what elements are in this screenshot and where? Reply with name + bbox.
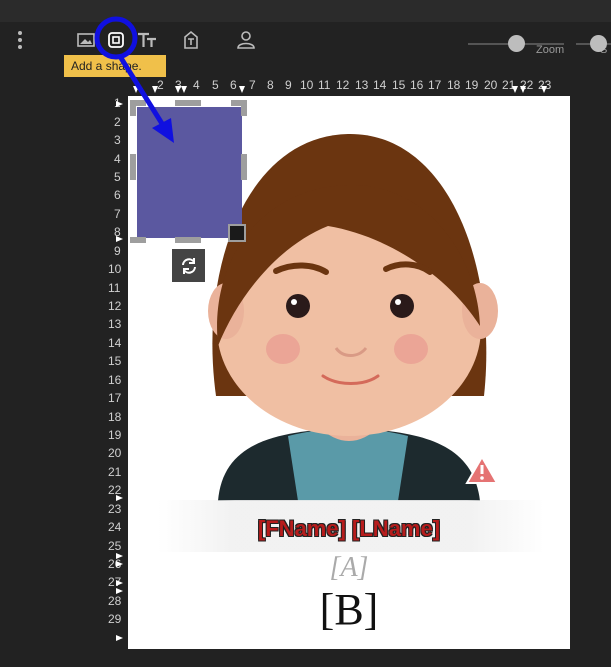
name-placeholder-field[interactable]: [FName] [LName] [128,516,570,542]
resize-handle[interactable] [241,100,247,116]
ruler-tick: 11 [108,281,121,295]
ruler-tick: 9 [114,244,121,258]
ruler-tick: 16 [108,373,122,387]
resize-handle[interactable] [175,237,201,243]
image-icon [77,33,95,47]
ruler-tick: 18 [447,78,461,92]
ruler-tick: 11 [318,78,331,92]
ruler-tick: 7 [249,78,256,92]
ruler-tick: 20 [484,78,498,92]
ruler-tick: 7 [114,207,121,221]
ruler-tick: 22 [520,78,534,92]
ruler-tick: 5 [212,78,219,92]
ruler-tick: 10 [108,262,122,276]
ruler-tick: 25 [108,539,122,553]
ruler-tick: 23 [108,502,122,516]
ruler-tick: 10 [300,78,314,92]
ruler-tick: 16 [410,78,424,92]
ruler-tick: 2 [157,78,164,92]
rotate-icon [181,257,196,274]
ruler-tick: 9 [285,78,292,92]
warning-icon[interactable] [465,455,499,485]
ruler-tick: 13 [355,78,369,92]
add-shape-button[interactable] [103,27,129,53]
left-ruler: 1 2 3 4 5 6 7 8 9 10 11 12 13 14 15 16 1… [104,96,128,656]
resize-handle[interactable] [130,100,136,116]
ruler-tick: 21 [108,465,122,479]
ruler-tick: 5 [114,170,121,184]
zoom-slider-knob[interactable] [508,35,525,52]
ruler-tick: 21 [502,78,516,92]
ruler-tick: 6 [230,78,237,92]
resize-handle[interactable] [130,154,136,180]
ruler-tick: 23 [538,78,552,92]
ruler-tick: 6 [114,188,121,202]
ruler-tick: 18 [108,410,122,424]
corner-resize-handle[interactable] [228,224,246,242]
shape-icon [108,32,124,48]
ruler-tick: 4 [193,78,200,92]
add-image-button[interactable] [73,27,99,53]
ruler-tick: 13 [108,317,122,331]
ruler-tick: 26 [108,557,122,571]
text-icon [138,32,156,47]
top-ruler: 2 3 4 5 6 7 8 9 10 11 12 13 14 15 16 17 … [126,78,570,96]
ruler-tick: 19 [465,78,479,92]
b-placeholder-field[interactable]: [B] [128,584,570,635]
ruler-tick: 12 [336,78,350,92]
ruler-tick: 29 [108,612,122,626]
design-canvas[interactable]: [FName] [LName] [A] [B] [128,96,570,649]
ruler-tick: 22 [108,483,122,497]
ruler-tick: 1 [114,96,121,110]
add-shape-tooltip: Add a shape. [64,55,166,77]
menu-dots-icon[interactable] [12,29,28,51]
rotate-button[interactable] [172,249,205,282]
ruler-tick: 19 [108,428,122,442]
ruler-tick: 24 [108,520,122,534]
ruler-tick: 27 [108,575,122,589]
ruler-tick: 4 [114,152,121,166]
ruler-tick: 14 [373,78,387,92]
add-text-button[interactable] [134,27,160,53]
ruler-tick: 15 [108,354,122,368]
secondary-slider-knob[interactable] [590,35,607,52]
ruler-tick: 15 [392,78,406,92]
ruler-tick: 3 [175,78,182,92]
ruler-tick: 17 [108,391,122,405]
a-placeholder-field[interactable]: [A] [128,552,570,584]
resize-handle[interactable] [241,154,247,180]
selected-shape[interactable] [137,107,242,238]
person-icon [237,31,255,49]
add-person-button[interactable] [233,27,259,53]
ruler-tick: 17 [428,78,442,92]
zoom-label: Zoom [536,44,565,56]
add-field-button[interactable] [178,27,204,53]
ruler-tick: 3 [114,133,121,147]
ruler-tick: 12 [108,299,122,313]
field-icon [184,30,198,49]
ruler-tick: 28 [108,594,122,608]
ruler-tick: 20 [108,446,122,460]
ruler-tick: 14 [108,336,122,350]
top-bar [0,0,611,22]
ruler-tick: 8 [114,225,121,239]
ruler-tick: 8 [267,78,274,92]
ruler-tick: 2 [114,115,121,129]
resize-handle[interactable] [175,100,201,106]
resize-handle[interactable] [130,237,146,243]
